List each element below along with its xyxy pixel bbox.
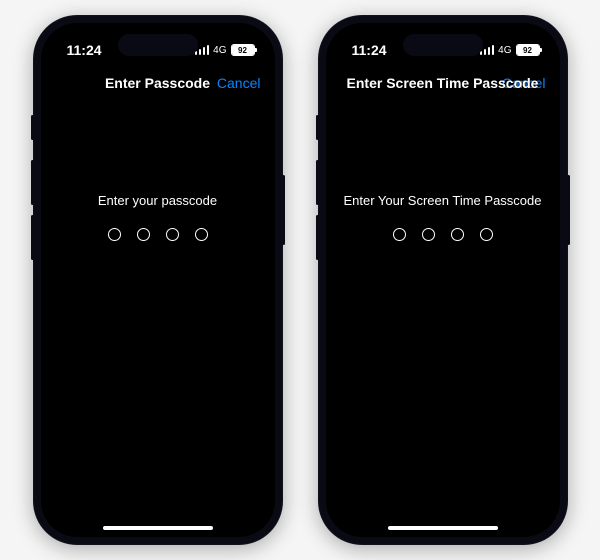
passcode-dot [137, 228, 150, 241]
status-right: 4G 92 [480, 44, 540, 56]
silent-switch [31, 115, 34, 140]
network-label: 4G [498, 45, 511, 56]
nav-title: Enter Screen Time Passcode [347, 75, 539, 91]
status-time: 11:24 [352, 42, 387, 58]
battery-icon: 92 [231, 44, 255, 56]
nav-bar: Enter Screen Time Passcode Cancel [326, 63, 560, 103]
cancel-button[interactable]: Cancel [217, 75, 261, 91]
volume-up-button [31, 160, 34, 205]
dynamic-island [403, 34, 483, 56]
passcode-dot [422, 228, 435, 241]
volume-down-button [31, 215, 34, 260]
passcode-prompt: Enter your passcode [41, 193, 275, 208]
passcode-dot [108, 228, 121, 241]
home-indicator[interactable] [388, 526, 498, 530]
phone-screen: 11:24 4G 92 Enter Screen Time Passcode C… [326, 23, 560, 537]
dynamic-island [118, 34, 198, 56]
nav-title: Enter Passcode [105, 75, 210, 91]
passcode-dot [480, 228, 493, 241]
battery-percent: 92 [517, 45, 539, 55]
passcode-dots[interactable] [41, 228, 275, 241]
power-button [567, 175, 570, 245]
passcode-prompt: Enter Your Screen Time Passcode [326, 193, 560, 208]
power-button [282, 175, 285, 245]
home-indicator[interactable] [103, 526, 213, 530]
silent-switch [316, 115, 319, 140]
passcode-dot [195, 228, 208, 241]
passcode-dot [166, 228, 179, 241]
nav-bar: Enter Passcode Cancel [41, 63, 275, 103]
phone-screen: 11:24 4G 92 Enter Passcode Cancel Enter … [41, 23, 275, 537]
passcode-content: Enter Your Screen Time Passcode [326, 103, 560, 241]
volume-up-button [316, 160, 319, 205]
volume-down-button [316, 215, 319, 260]
phone-mockup-right: 11:24 4G 92 Enter Screen Time Passcode C… [318, 15, 568, 545]
status-right: 4G 92 [195, 44, 255, 56]
passcode-dot [451, 228, 464, 241]
network-label: 4G [213, 45, 226, 56]
status-time: 11:24 [67, 42, 102, 58]
battery-icon: 92 [516, 44, 540, 56]
passcode-content: Enter your passcode [41, 103, 275, 241]
battery-percent: 92 [232, 45, 254, 55]
phone-mockup-left: 11:24 4G 92 Enter Passcode Cancel Enter … [33, 15, 283, 545]
passcode-dots[interactable] [326, 228, 560, 241]
passcode-dot [393, 228, 406, 241]
